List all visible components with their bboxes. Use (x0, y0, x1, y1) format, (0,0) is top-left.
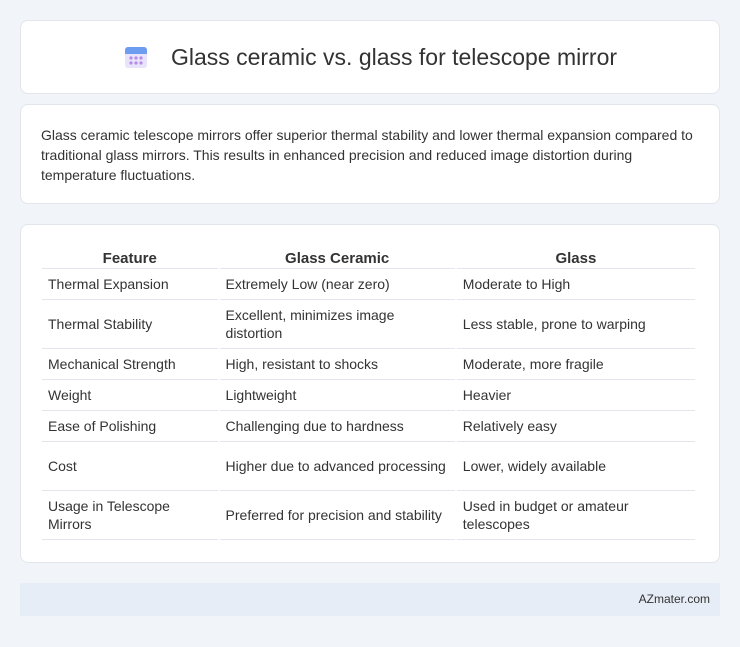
table-cell: Weight (42, 380, 218, 411)
comparison-table-card: Feature Glass Ceramic Glass Thermal Expa… (20, 224, 720, 563)
footer-brand[interactable]: AZmater.com (639, 592, 710, 606)
table-cell: Less stable, prone to warping (456, 300, 695, 349)
table-row: Weight Lightweight Heavier (42, 380, 695, 411)
table-cell: Usage in Telescope Mirrors (42, 491, 218, 540)
table-cell: Excellent, minimizes image distortion (219, 300, 455, 349)
table-cell: High, resistant to shocks (219, 349, 455, 380)
table-row: Ease of Polishing Challenging due to har… (42, 411, 695, 442)
table-cell: Extremely Low (near zero) (219, 269, 455, 300)
page-title: Glass ceramic vs. glass for telescope mi… (170, 43, 618, 70)
table-cell: Moderate to High (456, 269, 695, 300)
calendar-icon (124, 47, 147, 68)
table-row: Mechanical Strength High, resistant to s… (42, 349, 695, 380)
table-cell: Relatively easy (456, 411, 695, 442)
title-card: Glass ceramic vs. glass for telescope mi… (20, 20, 720, 94)
table-cell: Thermal Expansion (42, 269, 218, 300)
table-cell: Higher due to advanced processing (219, 442, 455, 491)
table-cell: Lightweight (219, 380, 455, 411)
table-row: Thermal Expansion Extremely Low (near ze… (42, 269, 695, 300)
table-cell: Mechanical Strength (42, 349, 218, 380)
table-cell: Moderate, more fragile (456, 349, 695, 380)
table-cell: Heavier (456, 380, 695, 411)
table-header-row: Feature Glass Ceramic Glass (42, 247, 695, 269)
description-card: Glass ceramic telescope mirrors offer su… (20, 104, 720, 204)
footer: AZmater.com (20, 583, 720, 616)
table-cell: Cost (42, 442, 218, 491)
table-cell: Preferred for precision and stability (219, 491, 455, 540)
header-feature: Feature (42, 247, 218, 269)
table-cell: Ease of Polishing (42, 411, 218, 442)
table-cell: Challenging due to hardness (219, 411, 455, 442)
table-cell: Thermal Stability (42, 300, 218, 349)
description-text: Glass ceramic telescope mirrors offer su… (41, 127, 693, 183)
table-row: Thermal Stability Excellent, minimizes i… (42, 300, 695, 349)
comparison-table: Feature Glass Ceramic Glass Thermal Expa… (40, 247, 697, 540)
table-cell: Lower, widely available (456, 442, 695, 491)
header-glass: Glass (456, 247, 695, 269)
table-row: Cost Higher due to advanced processing L… (42, 442, 695, 491)
header-glass-ceramic: Glass Ceramic (219, 247, 455, 269)
table-cell: Used in budget or amateur telescopes (456, 491, 695, 540)
table-row: Usage in Telescope Mirrors Preferred for… (42, 491, 695, 540)
